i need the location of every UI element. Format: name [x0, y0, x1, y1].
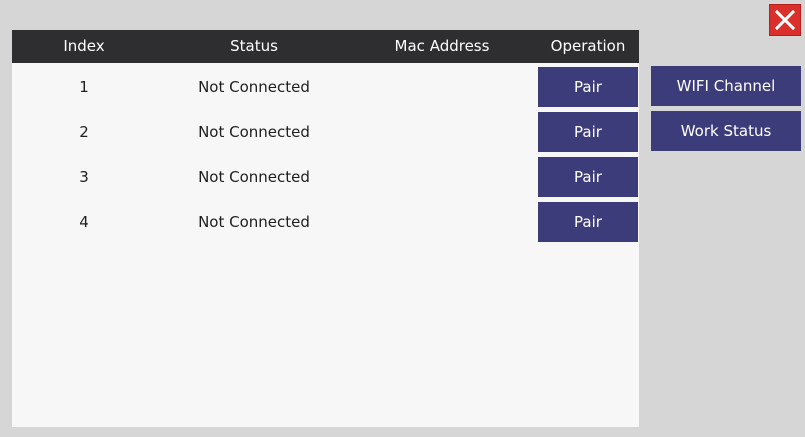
pair-button[interactable]: Pair	[538, 202, 638, 242]
table-row: 2 Not Connected Pair	[12, 110, 639, 154]
pair-button[interactable]: Pair	[538, 157, 638, 197]
close-button[interactable]	[769, 4, 801, 36]
device-table: Index Status Mac Address Operation 1 Not…	[12, 30, 639, 427]
work-status-button[interactable]: Work Status	[651, 111, 801, 151]
header-status: Status	[230, 37, 278, 55]
row-index: 4	[79, 213, 89, 231]
row-index: 2	[79, 123, 89, 141]
row-status: Not Connected	[198, 213, 310, 231]
table-row: 3 Not Connected Pair	[12, 155, 639, 199]
row-mac-address	[382, 65, 502, 109]
row-status: Not Connected	[198, 168, 310, 186]
row-index: 1	[79, 78, 89, 96]
row-mac-address	[382, 155, 502, 199]
pair-button[interactable]: Pair	[538, 112, 638, 152]
row-index: 3	[79, 168, 89, 186]
header-mac-address: Mac Address	[394, 37, 490, 55]
row-status: Not Connected	[198, 78, 310, 96]
close-x-icon	[774, 9, 796, 31]
table-row: 4 Not Connected Pair	[12, 200, 639, 244]
row-mac-address	[382, 200, 502, 244]
row-status: Not Connected	[198, 123, 310, 141]
row-mac-address	[382, 110, 502, 154]
header-operation: Operation	[550, 37, 626, 55]
table-header: Index Status Mac Address Operation	[12, 30, 639, 63]
pair-button[interactable]: Pair	[538, 67, 638, 107]
header-index: Index	[63, 37, 105, 55]
wifi-channel-button[interactable]: WIFI Channel	[651, 66, 801, 106]
table-row: 1 Not Connected Pair	[12, 65, 639, 109]
